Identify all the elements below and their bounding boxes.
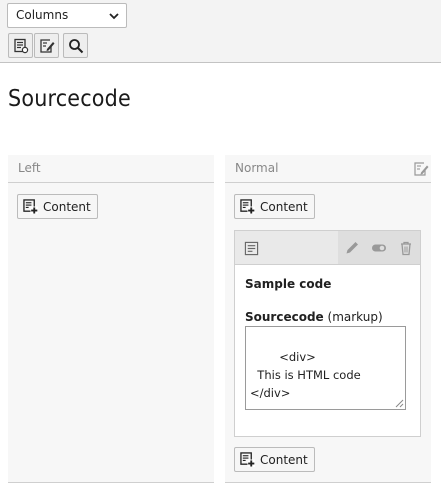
content-type-icon[interactable] <box>244 241 259 256</box>
add-content-label: Content <box>43 199 91 214</box>
resize-grip-icon[interactable] <box>395 399 404 408</box>
view-mode-select[interactable]: Columns <box>7 3 127 28</box>
edit-column-icon[interactable] <box>413 161 429 177</box>
add-content-button-bottom[interactable]: Content <box>234 447 315 472</box>
field-label-hint: (markup) <box>327 310 383 324</box>
search-button[interactable] <box>63 33 88 58</box>
trash-icon[interactable] <box>398 240 414 256</box>
search-icon <box>68 38 83 53</box>
column-normal: Normal Content Sample code Sourcecode (m… <box>225 155 431 483</box>
pencil-icon[interactable] <box>344 240 360 256</box>
add-content-label: Content <box>260 199 308 214</box>
module-docheader: Columns <box>0 0 441 63</box>
new-content-icon <box>240 199 255 214</box>
add-content-button-top[interactable]: Content <box>234 194 315 219</box>
new-content-icon <box>240 452 255 467</box>
add-content-button-left[interactable]: Content <box>17 194 98 219</box>
field-label-name: Sourcecode <box>245 310 324 324</box>
column-normal-footer <box>225 482 431 483</box>
edit-page-button[interactable] <box>34 33 59 58</box>
sourcecode-textarea[interactable]: <div> This is HTML code </div> <box>245 326 406 410</box>
field-label: Sourcecode (markup) <box>245 310 410 324</box>
new-content-icon <box>23 199 38 214</box>
content-element-header <box>235 231 420 265</box>
chevron-down-icon <box>109 13 119 20</box>
column-normal-header: Normal <box>225 155 431 183</box>
add-content-label: Content <box>260 452 308 467</box>
edit-page-icon <box>39 38 54 53</box>
column-left: Left Content <box>8 155 214 483</box>
content-element-card[interactable]: Sample code Sourcecode (markup) <div> Th… <box>234 230 421 437</box>
view-page-icon <box>13 38 28 53</box>
column-left-label: Left <box>18 161 41 175</box>
content-element-body: Sample code Sourcecode (markup) <div> Th… <box>235 265 420 410</box>
content-element-actions <box>338 231 420 264</box>
sourcecode-value: <div> This is HTML code </div> <box>250 350 361 400</box>
column-left-header: Left <box>8 155 214 183</box>
page-title: Sourcecode <box>8 86 131 112</box>
element-title: Sample code <box>245 277 332 291</box>
toggle-visibility-icon[interactable] <box>371 240 387 256</box>
column-left-footer <box>8 482 214 483</box>
view-page-button[interactable] <box>8 33 33 58</box>
view-mode-select-value: Columns <box>16 8 69 22</box>
column-normal-label: Normal <box>235 161 279 175</box>
